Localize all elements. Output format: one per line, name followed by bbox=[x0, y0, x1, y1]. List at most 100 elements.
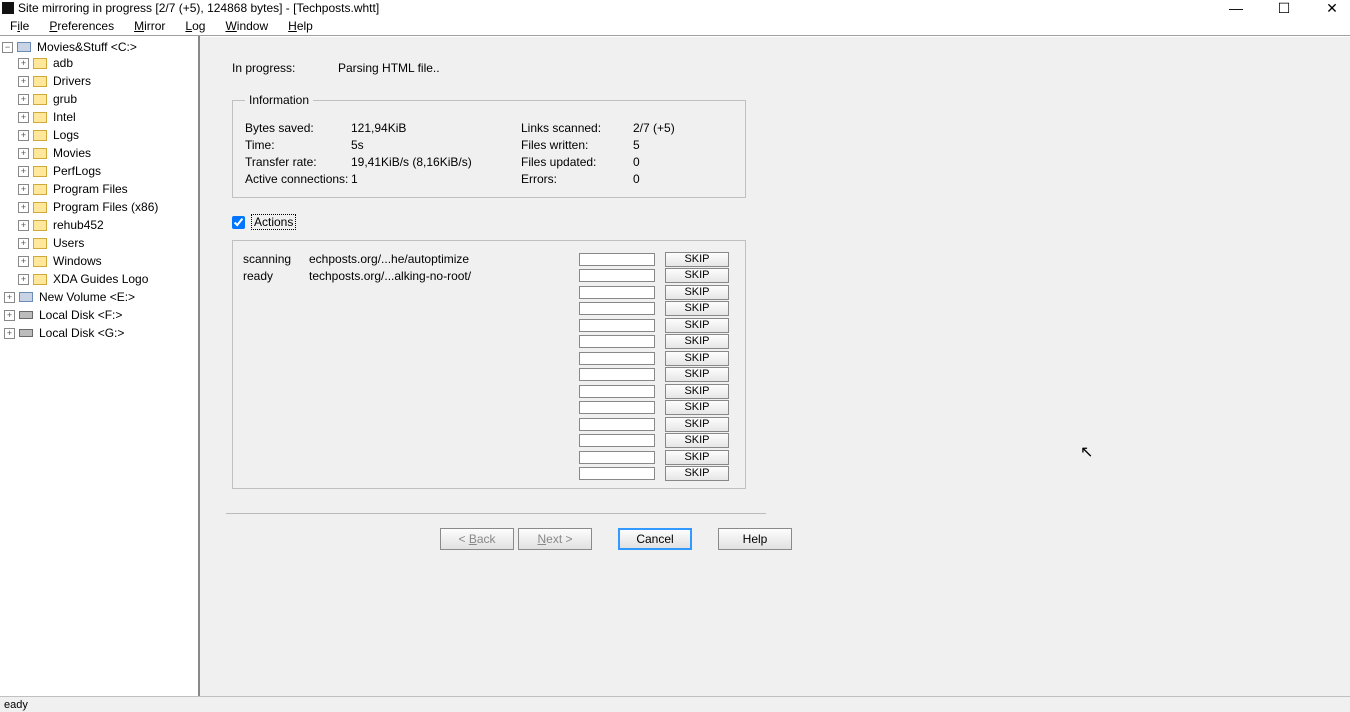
help-button[interactable]: Help bbox=[718, 528, 792, 550]
skip-button[interactable]: SKIP bbox=[665, 384, 729, 399]
tree-folder[interactable]: +Users bbox=[0, 234, 198, 252]
expand-icon[interactable]: + bbox=[18, 112, 29, 123]
tree-drive-label: Local Disk <G:> bbox=[39, 326, 124, 340]
folder-icon bbox=[33, 220, 47, 231]
drive-icon bbox=[19, 292, 33, 302]
skip-button[interactable]: SKIP bbox=[665, 301, 729, 316]
action-row: SKIP bbox=[243, 367, 735, 384]
expand-icon[interactable]: + bbox=[18, 220, 29, 231]
tree-folder[interactable]: + Program Files (x86) bbox=[0, 198, 198, 216]
expand-icon[interactable]: + bbox=[18, 130, 29, 141]
folder-tree[interactable]: − Movies&Stuff <C:> +adb+Drivers+grub+In… bbox=[0, 36, 200, 696]
in-progress-label: In progress: bbox=[232, 61, 338, 75]
main-panel: In progress: Parsing HTML file.. Informa… bbox=[200, 36, 1350, 696]
skip-button[interactable]: SKIP bbox=[665, 318, 729, 333]
tree-folder[interactable]: +adb bbox=[0, 54, 198, 72]
time-label: Time: bbox=[245, 138, 351, 152]
skip-button[interactable]: SKIP bbox=[665, 367, 729, 382]
tree-folder-label: XDA Guides Logo bbox=[53, 272, 148, 286]
tree-folder[interactable]: + XDA Guides Logo bbox=[0, 270, 198, 288]
action-row: SKIP bbox=[243, 334, 735, 351]
tree-root[interactable]: − Movies&Stuff <C:> bbox=[0, 40, 198, 54]
expand-icon[interactable]: + bbox=[18, 148, 29, 159]
skip-button[interactable]: SKIP bbox=[665, 433, 729, 448]
tree-folder[interactable]: +Intel bbox=[0, 108, 198, 126]
skip-button[interactable]: SKIP bbox=[665, 252, 729, 267]
folder-icon bbox=[33, 184, 47, 195]
tree-folder[interactable]: + Logs bbox=[0, 126, 198, 144]
menu-window[interactable]: Window bbox=[217, 17, 276, 35]
menu-log[interactable]: Log bbox=[177, 17, 213, 35]
tree-folder-label: Program Files (x86) bbox=[53, 200, 158, 214]
skip-button[interactable]: SKIP bbox=[665, 450, 729, 465]
action-row: SKIP bbox=[243, 449, 735, 466]
expand-icon[interactable]: + bbox=[18, 76, 29, 87]
in-progress-value: Parsing HTML file.. bbox=[338, 61, 440, 75]
next-button[interactable]: Next > bbox=[518, 528, 592, 550]
expand-icon[interactable]: + bbox=[18, 274, 29, 285]
menu-mirror[interactable]: Mirror bbox=[126, 17, 173, 35]
action-path: techposts.org/...alking-no-root/ bbox=[309, 269, 579, 283]
files-updated-label: Files updated: bbox=[521, 155, 633, 169]
tree-folder[interactable]: +Drivers bbox=[0, 72, 198, 90]
minimize-button[interactable]: — bbox=[1224, 0, 1248, 17]
files-written-label: Files written: bbox=[521, 138, 633, 152]
skip-button[interactable]: SKIP bbox=[665, 268, 729, 283]
folder-icon bbox=[33, 130, 47, 141]
action-row: readytechposts.org/...alking-no-root/SKI… bbox=[243, 268, 735, 285]
actions-label[interactable]: Actions bbox=[251, 214, 296, 230]
tree-folder[interactable]: +rehub452 bbox=[0, 216, 198, 234]
menu-preferences[interactable]: Preferences bbox=[41, 17, 122, 35]
tree-drive[interactable]: +Local Disk <F:> bbox=[0, 306, 198, 324]
expand-icon[interactable]: + bbox=[4, 292, 15, 303]
expand-icon[interactable]: + bbox=[18, 58, 29, 69]
expand-icon[interactable]: + bbox=[18, 238, 29, 249]
tree-folder-label: Logs bbox=[53, 128, 79, 142]
action-row: SKIP bbox=[243, 383, 735, 400]
expand-icon[interactable]: + bbox=[18, 256, 29, 267]
action-row: scanningechposts.org/...he/autoptimizeSK… bbox=[243, 251, 735, 268]
maximize-button[interactable]: ☐ bbox=[1272, 0, 1296, 17]
skip-button[interactable]: SKIP bbox=[665, 334, 729, 349]
expand-icon[interactable]: + bbox=[18, 202, 29, 213]
tree-root-label: Movies&Stuff <C:> bbox=[37, 40, 137, 54]
menu-help[interactable]: Help bbox=[280, 17, 321, 35]
drive-icon bbox=[17, 42, 31, 52]
folder-icon bbox=[33, 58, 47, 69]
expand-icon[interactable]: + bbox=[18, 184, 29, 195]
progress-bar bbox=[579, 467, 655, 480]
tree-drive[interactable]: + New Volume <E:> bbox=[0, 288, 198, 306]
cancel-button[interactable]: Cancel bbox=[618, 528, 692, 550]
skip-button[interactable]: SKIP bbox=[665, 400, 729, 415]
expand-icon[interactable]: + bbox=[4, 328, 15, 339]
skip-button[interactable]: SKIP bbox=[665, 466, 729, 481]
window-title: Site mirroring in progress [2/7 (+5), 12… bbox=[18, 1, 379, 15]
expand-icon[interactable]: + bbox=[18, 166, 29, 177]
progress-bar bbox=[579, 335, 655, 348]
expand-icon[interactable]: + bbox=[4, 310, 15, 321]
tree-folder-label: Movies bbox=[53, 146, 91, 160]
menu-file[interactable]: File bbox=[2, 17, 37, 35]
expand-icon[interactable]: + bbox=[18, 94, 29, 105]
skip-button[interactable]: SKIP bbox=[665, 285, 729, 300]
progress-bar bbox=[579, 286, 655, 299]
titlebar: Site mirroring in progress [2/7 (+5), 12… bbox=[0, 0, 1350, 16]
skip-button[interactable]: SKIP bbox=[665, 351, 729, 366]
tree-folder[interactable]: + Movies bbox=[0, 144, 198, 162]
progress-bar bbox=[579, 385, 655, 398]
close-button[interactable]: ✕ bbox=[1320, 0, 1344, 17]
tree-folder[interactable]: +PerfLogs bbox=[0, 162, 198, 180]
collapse-icon[interactable]: − bbox=[2, 42, 13, 53]
tree-drive[interactable]: + Local Disk <G:> bbox=[0, 324, 198, 342]
files-written-value: 5 bbox=[633, 138, 733, 152]
tree-folder[interactable]: +grub bbox=[0, 90, 198, 108]
back-button[interactable]: < Back bbox=[440, 528, 514, 550]
skip-button[interactable]: SKIP bbox=[665, 417, 729, 432]
tree-drive-label: New Volume <E:> bbox=[39, 290, 135, 304]
tree-folder[interactable]: +Windows bbox=[0, 252, 198, 270]
action-row: SKIP bbox=[243, 284, 735, 301]
tree-folder[interactable]: +Program Files bbox=[0, 180, 198, 198]
action-row: SKIP bbox=[243, 350, 735, 367]
actions-checkbox[interactable] bbox=[232, 216, 245, 229]
app-icon bbox=[2, 2, 14, 14]
